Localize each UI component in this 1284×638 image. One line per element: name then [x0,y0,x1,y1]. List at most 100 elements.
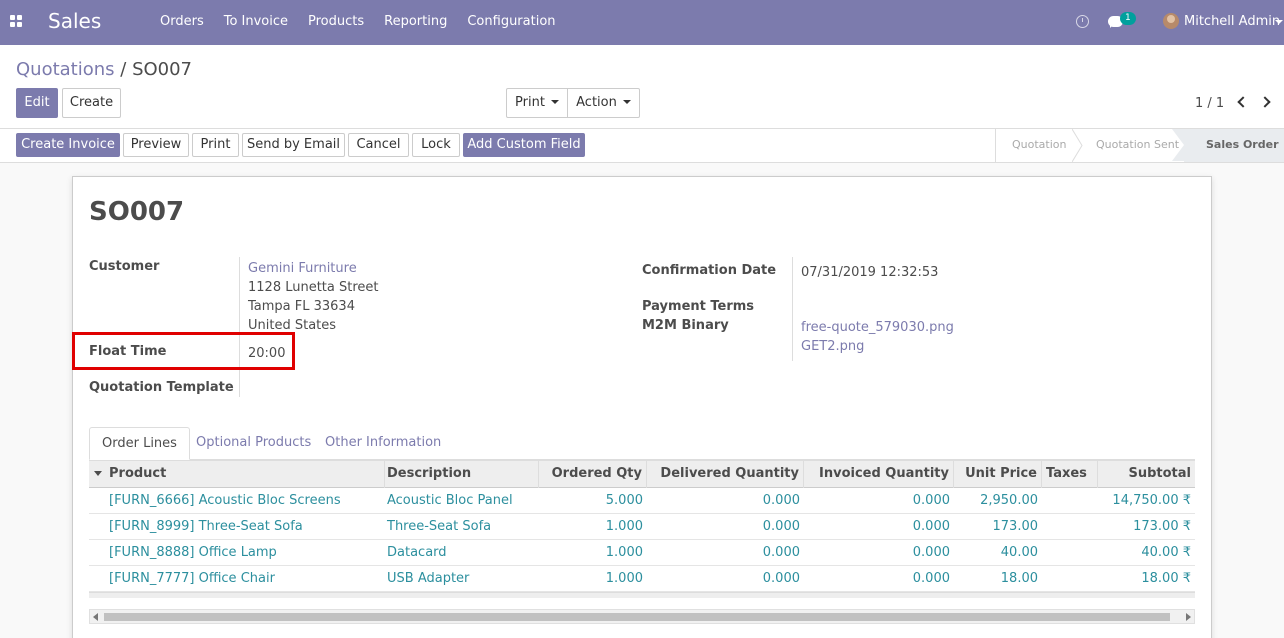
cell-unit-price[interactable]: 2,950.00 [954,488,1042,514]
control-panel: Quotations / SO007 Edit Create Print Act… [0,45,1284,129]
cell-ordered-qty[interactable]: 1.000 [539,540,647,566]
stage-sales-order[interactable]: Sales Order [1206,138,1279,151]
breadcrumb: Quotations / SO007 [16,59,192,80]
menu-products[interactable]: Products [308,14,364,29]
menu-orders[interactable]: Orders [160,14,204,29]
column-ordered-qty[interactable]: Ordered Qty [539,461,647,488]
action-dropdown-label: Action [576,95,617,110]
tab-order-lines[interactable]: Order Lines [89,427,190,460]
cell-unit-price[interactable]: 173.00 [954,514,1042,540]
table-row[interactable]: [FURN_6666] Acoustic Bloc Screens Acoust… [89,488,1195,514]
cell-unit-price[interactable]: 18.00 [954,566,1042,592]
cell-taxes[interactable] [1042,488,1098,514]
cell-product[interactable]: [FURN_8888] Office Lamp [105,540,281,566]
customer-link[interactable]: Gemini Furniture [248,261,357,276]
scroll-left-icon[interactable] [93,613,98,621]
customer-label: Customer [89,259,160,274]
cell-ordered-qty[interactable]: 1.000 [539,514,647,540]
chevron-right-icon[interactable] [1259,96,1271,108]
cell-invoiced-qty[interactable]: 0.000 [804,514,954,540]
cell-invoiced-qty[interactable]: 0.000 [804,566,954,592]
breadcrumb-current: SO007 [132,59,193,80]
column-product[interactable]: Product [105,461,385,488]
stage-quotation[interactable]: Quotation [1012,138,1066,151]
breadcrumb-quotations[interactable]: Quotations [16,59,115,80]
m2m-file-link[interactable]: GET2.png [801,339,864,354]
caret-down-icon [550,100,559,104]
stage-pipeline: Quotation Quotation Sent Sales Order [995,129,1284,162]
cell-delivered-qty[interactable]: 0.000 [647,540,804,566]
user-caret-icon[interactable] [1275,20,1283,24]
tab-optional-products[interactable]: Optional Products [184,427,323,460]
cell-taxes[interactable] [1042,566,1098,592]
cell-product[interactable]: [FURN_6666] Acoustic Bloc Screens [105,488,345,514]
cell-invoiced-qty[interactable]: 0.000 [804,488,954,514]
cell-description[interactable]: Datacard [383,540,451,566]
print-dropdown[interactable]: Print [506,88,568,118]
scroll-thumb[interactable] [104,613,1170,621]
cell-unit-price[interactable]: 40.00 [954,540,1042,566]
status-bar: Create Invoice Preview Print Send by Ema… [0,129,1284,163]
send-by-email-button[interactable]: Send by Email [242,133,345,157]
create-invoice-button[interactable]: Create Invoice [16,133,120,157]
preview-button[interactable]: Preview [123,133,189,157]
cell-description[interactable]: Three-Seat Sofa [383,514,495,540]
cell-invoiced-qty[interactable]: 0.000 [804,540,954,566]
column-taxes[interactable]: Taxes [1042,461,1098,488]
cell-ordered-qty[interactable]: 1.000 [539,566,647,592]
table-row[interactable]: [FURN_7777] Office Chair USB Adapter 1.0… [89,566,1195,592]
user-name[interactable]: Mitchell Admin [1184,14,1280,29]
chevron-left-icon[interactable] [1237,96,1249,108]
top-navbar: Sales Orders To Invoice Products Reporti… [0,0,1284,45]
menu-reporting[interactable]: Reporting [384,14,447,29]
lock-button[interactable]: Lock [412,133,460,157]
cell-description[interactable]: Acoustic Bloc Panel [383,488,517,514]
quotation-template-label: Quotation Template [89,380,234,395]
column-description[interactable]: Description [383,461,539,488]
table-row[interactable]: [FURN_8888] Office Lamp Datacard 1.000 0… [89,540,1195,566]
avatar[interactable] [1163,13,1179,29]
menu-configuration[interactable]: Configuration [467,14,555,29]
cell-subtotal[interactable]: 40.00 ₹ [1093,540,1195,566]
cell-product[interactable]: [FURN_7777] Office Chair [105,566,279,592]
m2m-binary-label: M2M Binary [642,318,729,333]
cancel-button[interactable]: Cancel [348,133,409,157]
cell-subtotal[interactable]: 14,750.00 ₹ [1093,488,1195,514]
table-row[interactable]: [FURN_8999] Three-Seat Sofa Three-Seat S… [89,514,1195,540]
menu-to-invoice[interactable]: To Invoice [224,14,288,29]
cell-taxes[interactable] [1042,540,1098,566]
cell-description[interactable]: USB Adapter [383,566,473,592]
cell-product[interactable]: [FURN_8999] Three-Seat Sofa [105,514,307,540]
column-unit-price[interactable]: Unit Price [954,461,1042,488]
m2m-file-link[interactable]: free-quote_579030.png [801,320,954,335]
stage-quotation-sent[interactable]: Quotation Sent [1096,138,1179,151]
cell-subtotal[interactable]: 173.00 ₹ [1093,514,1195,540]
cell-delivered-qty[interactable]: 0.000 [647,514,804,540]
column-delivered-quantity[interactable]: Delivered Quantity [647,461,804,488]
cell-subtotal[interactable]: 18.00 ₹ [1093,566,1195,592]
edit-button[interactable]: Edit [16,88,58,118]
sort-caret-icon[interactable] [94,471,102,476]
pager-value[interactable]: 1 / 1 [1195,96,1224,111]
column-invoiced-quantity[interactable]: Invoiced Quantity [804,461,954,488]
add-custom-field-button[interactable]: Add Custom Field [463,133,585,157]
form-sheet: SO007 Customer Gemini Furniture 1128 Lun… [72,176,1212,638]
horizontal-scrollbar[interactable] [89,609,1195,624]
action-dropdown[interactable]: Action [567,88,640,118]
cell-delivered-qty[interactable]: 0.000 [647,566,804,592]
scroll-right-icon[interactable] [1186,613,1191,621]
create-button[interactable]: Create [62,88,121,118]
cell-taxes[interactable] [1042,514,1098,540]
cell-delivered-qty[interactable]: 0.000 [647,488,804,514]
tab-other-information[interactable]: Other Information [313,427,453,460]
print-button[interactable]: Print [192,133,239,157]
apps-menu-icon[interactable] [10,15,24,29]
customer-address-line: 1128 Lunetta Street [248,280,379,295]
field-divider [792,257,793,361]
app-name[interactable]: Sales [48,9,101,33]
customer-address-line: Tampa FL 33634 [248,299,355,314]
column-subtotal[interactable]: Subtotal [1098,461,1195,488]
table-header: Product Description Ordered Qty Delivere… [89,460,1195,488]
cell-ordered-qty[interactable]: 5.000 [539,488,647,514]
activity-clock-icon[interactable] [1076,15,1089,28]
